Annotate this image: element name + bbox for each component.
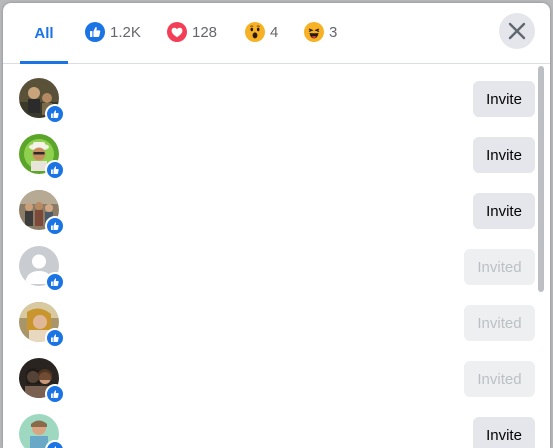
tab-love[interactable]: 128 [167,3,217,61]
reactions-dialog: All 1.2K 128 4 3 Invite Invite Invite In… [3,3,550,448]
tab-wow[interactable]: 4 [245,3,278,61]
reaction-tabs: All 1.2K 128 4 3 [3,3,550,64]
heart-icon [167,22,187,42]
tab-haha-count: 3 [329,23,338,41]
invited-button: Invited [464,305,535,341]
scrollbar[interactable] [536,64,546,448]
tab-love-count: 128 [192,23,218,41]
invite-button[interactable]: Invite [473,417,535,448]
avatar[interactable] [19,78,65,124]
like-icon [51,222,59,230]
like-icon [51,278,59,286]
people-list: Invite Invite Invite Invited Invited Inv… [3,64,550,448]
avatar[interactable] [19,358,65,404]
like-icon [51,110,59,118]
tab-like[interactable]: 1.2K [85,3,141,61]
like-icon [85,22,105,42]
scrollbar-thumb[interactable] [538,66,544,292]
tab-all-label: All [34,24,54,42]
like-icon [51,390,59,398]
avatar[interactable] [19,190,65,236]
invite-button[interactable]: Invite [473,193,535,229]
avatar[interactable] [19,414,65,448]
like-badge [45,440,65,448]
list-item: Invited [3,344,535,404]
list-item: Invite [3,120,535,180]
invite-button[interactable]: Invite [473,137,535,173]
tab-like-count: 1.2K [110,23,141,41]
list-item: Invited [3,288,535,348]
invited-button: Invited [464,249,535,285]
like-icon [51,166,59,174]
list-item: Invite [3,176,535,236]
list-item: Invite [3,400,535,448]
tab-haha[interactable]: 3 [304,3,337,61]
invite-button[interactable]: Invite [473,81,535,117]
tab-all[interactable]: All [20,3,68,64]
wow-face-icon [245,22,265,42]
close-icon [508,22,526,40]
tab-wow-count: 4 [270,23,279,41]
avatar[interactable] [19,302,65,348]
invited-button: Invited [464,361,535,397]
avatar[interactable] [19,134,65,180]
haha-face-icon [304,22,324,42]
close-button[interactable] [499,13,535,49]
list-item: Invited [3,232,535,292]
like-icon [51,334,59,342]
list-item: Invite [3,64,535,124]
avatar[interactable] [19,246,65,292]
